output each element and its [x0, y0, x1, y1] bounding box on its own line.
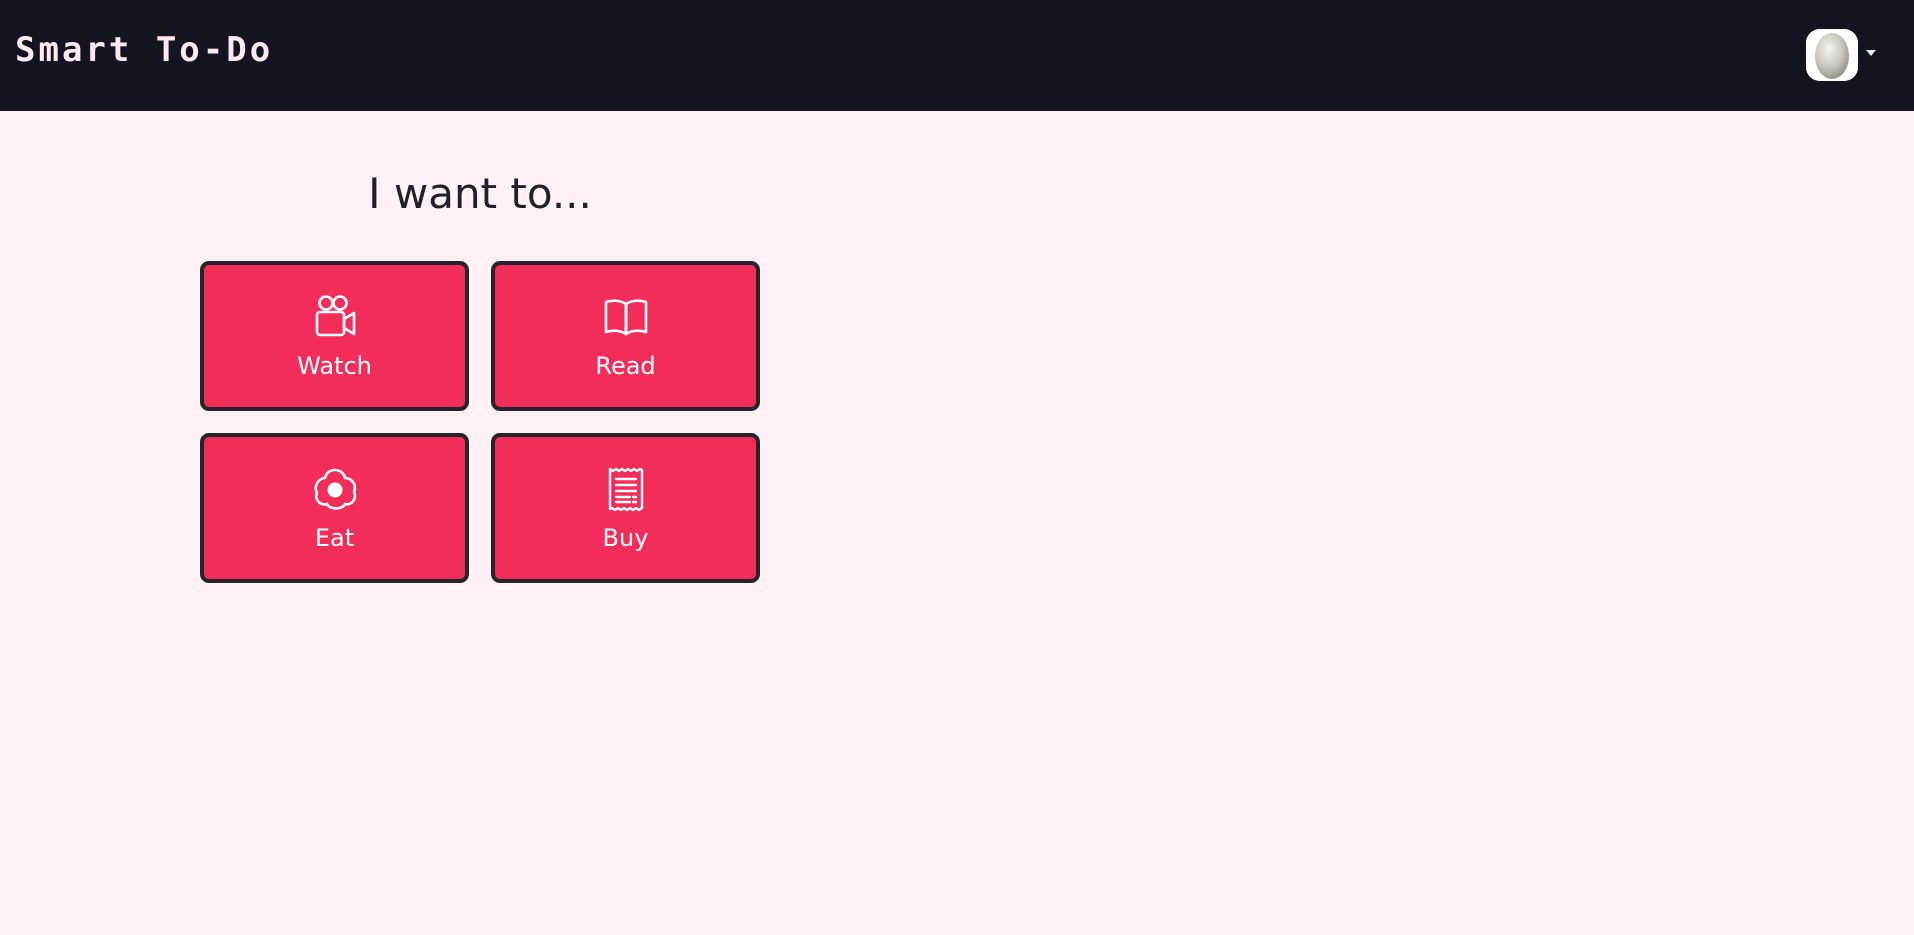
receipt-icon [602, 465, 650, 513]
book-icon [602, 293, 650, 341]
user-menu-toggle[interactable] [1806, 29, 1876, 81]
read-category-button[interactable]: Read [491, 261, 760, 411]
buy-category-button[interactable]: Buy [491, 433, 760, 583]
read-label: Read [595, 352, 656, 380]
avatar[interactable] [1806, 29, 1858, 81]
egg-fried-icon [311, 465, 359, 513]
watch-label: Watch [297, 352, 372, 380]
eat-label: Eat [314, 524, 355, 552]
brand-logo-text[interactable]: Smart To-Do [15, 33, 273, 67]
buy-label: Buy [602, 524, 649, 552]
watch-category-button[interactable]: Watch [200, 261, 469, 411]
avatar-image [1806, 29, 1858, 81]
page-heading: I want to... [368, 169, 592, 218]
camera-reels-icon [311, 293, 359, 341]
navbar: Smart To-Do [0, 0, 1914, 111]
caret-down-icon [1866, 50, 1876, 56]
eat-category-button[interactable]: Eat [200, 433, 469, 583]
